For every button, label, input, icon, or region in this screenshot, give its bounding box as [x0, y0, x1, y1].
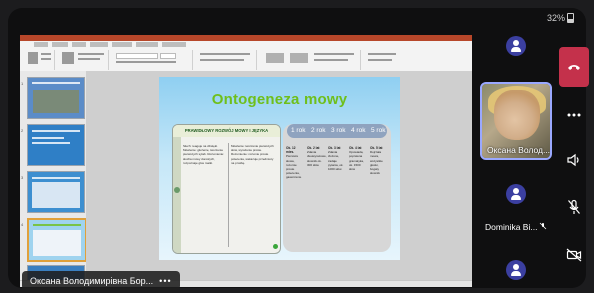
speaker-icon	[567, 153, 579, 167]
age-label: 4 rok	[351, 127, 366, 134]
phone-hangup-icon	[568, 65, 580, 70]
avatar-icon	[506, 36, 526, 56]
table-corner-dot	[273, 244, 278, 249]
ribbon-tab	[72, 42, 86, 47]
milestone-text: Zdania złożone, zadaje pytania, ok. 1000…	[328, 150, 344, 172]
ribbon-tab	[90, 42, 108, 47]
participant-tile[interactable]: Dominika Bi...	[480, 170, 552, 235]
participant-tile[interactable]	[480, 16, 552, 76]
ribbon-group-editing	[364, 50, 404, 70]
hang-up-button[interactable]	[559, 47, 589, 87]
milestone-text: Zdania dwuwyrazowe, słownik ok. 300 słów	[307, 150, 327, 167]
camera-toggle-button[interactable]	[559, 240, 589, 270]
presenter-name: Оксана Володимирівна Бор...	[30, 275, 154, 286]
mic-toggle-button[interactable]	[559, 192, 589, 222]
table-side-strip	[173, 137, 181, 253]
ribbon-tab	[136, 42, 158, 47]
participant-video-tile[interactable]: Оксана Волод...	[480, 82, 552, 160]
ribbon-group-font	[112, 50, 193, 70]
ribbon-group-drawing	[260, 50, 361, 70]
slide-thumbnail-pane: 1 2 3 4	[20, 71, 87, 281]
ribbon-tab	[52, 42, 68, 47]
milestone-text: Pierwsze słowa, rozumie proste polecenia…	[286, 154, 302, 180]
milestone-column: Ok. 3 lat Zdania złożone, zadaje pytania…	[328, 146, 346, 171]
ribbon-tab	[112, 42, 132, 47]
slide-thumbnail[interactable]	[27, 124, 85, 166]
table-column-text: Słuch: reaguje na dźwięki. Mówienie: głu…	[183, 144, 225, 165]
camera-off-icon	[566, 248, 582, 262]
more-dots-icon	[567, 113, 581, 117]
table-column-text: Mówienie: tworzenie pierwszych słów, wyr…	[231, 144, 274, 165]
milestone-column: Ok. 5 lat Dojrzała mowa, wszystkie głosk…	[370, 146, 388, 175]
participant-name: Dominika Bi...	[485, 222, 538, 232]
ppt-ribbon	[20, 41, 472, 72]
more-options-button[interactable]	[559, 100, 589, 130]
milestone-column: Ok. 12 mies. Pierwsze słowa, rozumie pro…	[286, 146, 304, 180]
avatar-icon	[506, 184, 526, 204]
mic-off-icon	[539, 222, 547, 232]
ribbon-tab	[162, 42, 186, 47]
ribbon-group-paragraph	[196, 50, 257, 70]
milestone-text: Dojrzała mowa, wszystkie głoski, bogaty …	[370, 150, 383, 176]
mic-off-icon	[568, 199, 580, 214]
more-options-icon[interactable]: •••	[159, 276, 171, 286]
development-table-header: PRAWIDŁOWY ROZWÓJ MOWY I JĘZYKA	[173, 125, 280, 137]
slide-thumbnail[interactable]	[27, 171, 85, 213]
participant-name: Оксана Волод...	[487, 145, 551, 155]
milestone-text: Opowiada, poprawna gramatyka, ok. 1500 s…	[349, 150, 364, 172]
slide-thumbnail[interactable]	[27, 77, 85, 119]
ribbon-group-slides	[58, 50, 109, 70]
age-label: 2 rok	[311, 127, 326, 134]
slide-thumbnail-active[interactable]	[27, 218, 87, 262]
ribbon-tab	[34, 42, 48, 47]
table-marker	[174, 187, 180, 193]
table-divider	[228, 143, 229, 247]
milestone-column: Ok. 2 lat Zdania dwuwyrazowe, słownik ok…	[307, 146, 327, 167]
slide-title: Ontogeneza mowy	[211, 91, 348, 108]
current-slide: Ontogeneza mowy PRAWIDŁOWY ROZWÓJ MOWY I…	[159, 77, 400, 260]
age-label: 5 rok	[371, 127, 386, 134]
development-table: PRAWIDŁOWY ROZWÓJ MOWY I JĘZYKA Słuch: r…	[172, 124, 281, 254]
battery-icon	[567, 13, 574, 23]
age-milestones-panel: 1 rok 2 rok 3 rok 4 rok 5 rok Ok. 12 mie…	[283, 124, 391, 252]
participant-tile[interactable]	[480, 244, 552, 286]
milestone-column: Ok. 4 lat Opowiada, poprawna gramatyka, …	[349, 146, 367, 171]
age-label: 3 rok	[331, 127, 346, 134]
age-label: 1 rok	[291, 127, 306, 134]
avatar-icon	[506, 260, 526, 280]
participant-video	[494, 90, 540, 140]
ribbon-group-clipboard	[24, 50, 55, 70]
milestone-head: Ok. 12 mies.	[286, 146, 296, 155]
presenter-name-pill[interactable]: Оксана Володимирівна Бор... •••	[22, 271, 180, 290]
speaker-button[interactable]	[559, 145, 589, 175]
age-header: 1 rok 2 rok 3 rok 4 rok 5 rok	[287, 124, 387, 138]
